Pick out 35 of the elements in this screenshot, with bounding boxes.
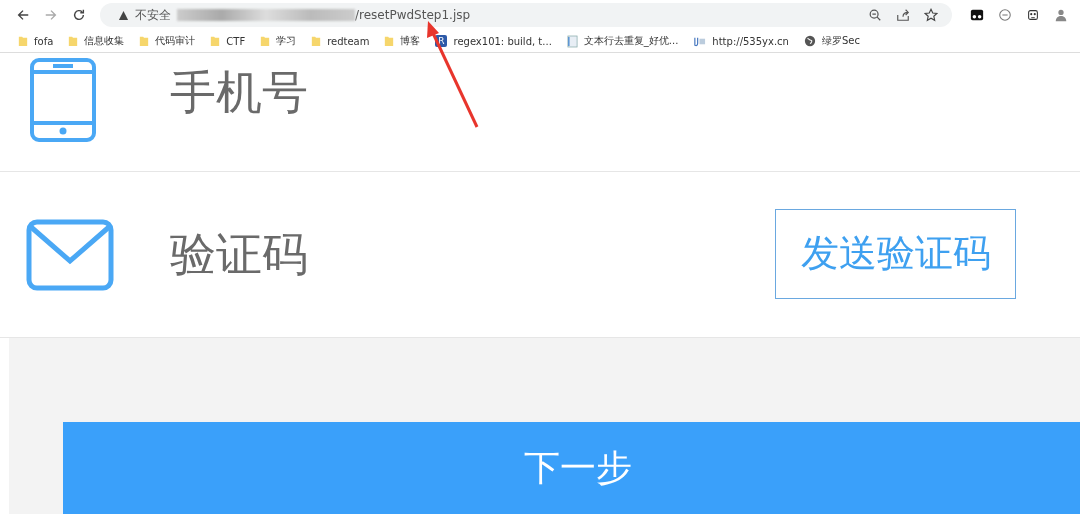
bookmark-item[interactable]: fofa: [18, 35, 54, 47]
folder-icon: [18, 35, 28, 47]
folder-icon: [384, 35, 395, 47]
share-icon[interactable]: [896, 8, 910, 22]
envelope-icon: [26, 218, 114, 291]
folder-icon: [139, 35, 150, 47]
zoom-out-icon[interactable]: [868, 8, 882, 22]
bookmark-item[interactable]: redteam: [311, 35, 370, 47]
minus-circle-icon[interactable]: [998, 8, 1012, 22]
folder-icon: [311, 35, 322, 47]
bookmark-item[interactable]: CTF: [210, 35, 246, 47]
extension-icon[interactable]: [970, 8, 984, 22]
field-label: 手机号: [170, 64, 308, 121]
bookmark-item[interactable]: 代码审计: [139, 34, 196, 48]
security-label: 不安全: [135, 6, 171, 24]
bookmark-item[interactable]: 绿罗Sec: [803, 34, 860, 48]
bookmark-item[interactable]: 文本行去重复_好优...: [566, 34, 679, 48]
back-icon[interactable]: [16, 8, 30, 22]
field-label: 验证码: [170, 225, 308, 283]
bookmark-item[interactable]: 信息收集: [68, 34, 125, 48]
document-icon: [566, 34, 578, 48]
folder-icon: [210, 35, 221, 47]
bookmark-item[interactable]: http://535yx.cn: [693, 34, 789, 48]
star-icon[interactable]: [924, 8, 938, 22]
address-bar[interactable]: 不安全 /resetPwdStep1.jsp: [100, 3, 952, 27]
phone-icon: [29, 57, 97, 143]
url-text: /resetPwdStep1.jsp: [355, 8, 471, 22]
bookmark-item[interactable]: 学习: [260, 34, 297, 48]
folder-icon: [68, 35, 79, 47]
warning-icon: [118, 9, 129, 21]
folder-icon: [260, 35, 271, 47]
profile-icon[interactable]: [1054, 8, 1068, 22]
bookmark-item[interactable]: R regex101: build, t...: [435, 35, 552, 47]
reload-icon[interactable]: [72, 8, 86, 22]
bookmark-item[interactable]: 博客: [384, 34, 421, 48]
